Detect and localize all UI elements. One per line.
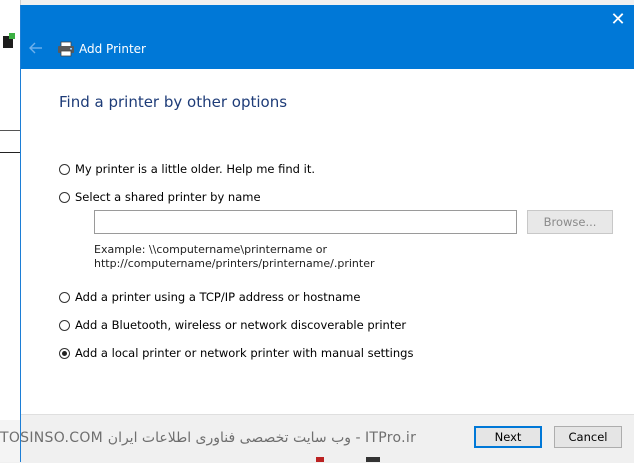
option-label: Select a shared printer by name [75,190,261,204]
radio-button[interactable] [59,291,70,303]
example-line: http://computername/printers/printername… [94,257,375,270]
printer-icon [57,41,75,57]
close-icon: ✕ [610,9,626,30]
option-label: Add a local printer or network printer w… [75,346,414,360]
page-title: Find a printer by other options [59,93,288,111]
cancel-button[interactable]: Cancel [554,426,622,448]
option-label: Add a printer using a TCP/IP address or … [75,290,361,304]
shared-printer-example: Example: \\computername\printername or h… [94,243,375,271]
radio-button[interactable] [59,319,70,331]
option-label: My printer is a little older. Help me fi… [75,162,315,176]
radio-button-selected[interactable] [59,347,70,359]
option-shared-printer[interactable]: Select a shared printer by name [59,190,261,204]
add-printer-dialog: ✕ Add Printer Find a printer by other op… [20,5,634,463]
radio-button[interactable] [59,191,70,203]
window-title: Add Printer [79,42,146,56]
radio-button[interactable] [59,163,70,175]
option-label: Add a Bluetooth, wireless or network dis… [75,318,407,332]
watermark-text: TOSINSO.COM وب سایت تخصصی فناوری اطلاعات… [0,430,417,446]
desktop-app-icon-badge [9,33,15,39]
title-bar: ✕ Add Printer [21,5,634,69]
example-line: Example: \\computername\printername or [94,243,327,256]
close-button[interactable]: ✕ [605,7,631,33]
option-local-printer[interactable]: Add a local printer or network printer w… [59,346,413,360]
option-bluetooth-printer[interactable]: Add a Bluetooth, wireless or network dis… [59,318,406,332]
shared-printer-name-input[interactable] [94,210,517,234]
taskbar-fragment [316,457,380,462]
back-button[interactable] [27,39,45,57]
dialog-content: Find a printer by other options My print… [21,69,634,414]
browse-button[interactable]: Browse... [527,210,613,234]
desktop-divider [0,152,20,153]
option-tcpip-printer[interactable]: Add a printer using a TCP/IP address or … [59,290,360,304]
back-arrow-icon [29,42,42,54]
option-older-printer[interactable]: My printer is a little older. Help me fi… [59,162,315,176]
desktop-background-strip [0,0,21,462]
desktop-divider [0,130,20,131]
